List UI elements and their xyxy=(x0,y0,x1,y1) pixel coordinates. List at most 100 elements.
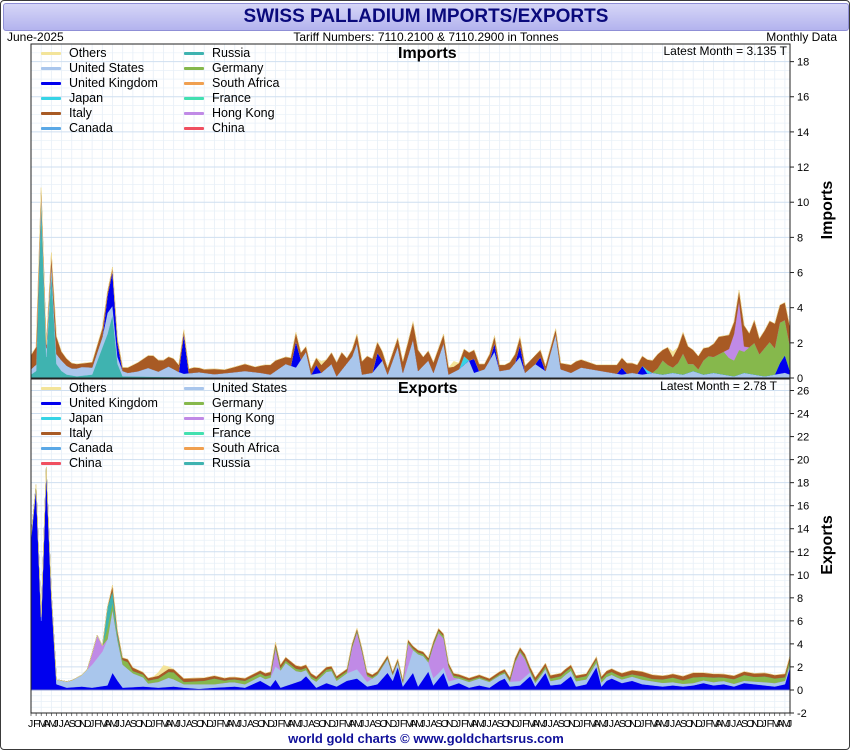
exports-legend-swatch xyxy=(184,432,204,436)
exports-legend-item-china: China xyxy=(41,456,102,471)
exports-legend-label: South Africa xyxy=(212,441,280,455)
exports-legend: Others United States United Kingdom Germany… xyxy=(41,381,341,473)
exports-y-tick-label: 0 xyxy=(797,685,803,697)
exports-legend-label: Canada xyxy=(69,441,113,455)
imports-legend-swatch xyxy=(184,127,204,131)
imports-y-tick-label: 6 xyxy=(797,268,803,280)
exports-legend-label: United Kingdom xyxy=(69,396,158,410)
exports-legend-swatch xyxy=(184,462,204,466)
imports-legend-swatch xyxy=(41,67,61,71)
imports-legend-label: Germany xyxy=(212,61,264,75)
imports-legend-item-japan: Japan xyxy=(41,91,103,106)
exports-legend-item-others: Others xyxy=(41,381,107,396)
imports-legend-swatch xyxy=(41,127,61,131)
footer-credit: world gold charts © www.goldchartsrus.co… xyxy=(288,731,564,746)
exports-legend-swatch xyxy=(41,447,61,451)
imports-legend: Others Russia United States Germany United K… xyxy=(41,46,341,138)
exports-legend-swatch xyxy=(184,447,204,451)
imports-legend-swatch xyxy=(41,112,61,116)
imports-legend-label: Others xyxy=(69,46,107,60)
exports-y-tick-label: -2 xyxy=(797,708,807,720)
imports-y-tick-label: 0 xyxy=(797,373,803,385)
imports-legend-item-united-kingdom: United Kingdom xyxy=(41,76,158,91)
imports-y-axis: 0 2 4 6 8 10 12 14 16 18 xyxy=(789,44,809,385)
imports-legend-swatch xyxy=(184,112,204,116)
imports-y-tick-label: 18 xyxy=(797,57,809,69)
imports-legend-label: South Africa xyxy=(212,76,280,90)
imports-legend-item-south-africa: South Africa xyxy=(184,76,279,91)
exports-y-tick-label: 10 xyxy=(797,570,809,582)
imports-legend-label: United Kingdom xyxy=(69,76,158,90)
imports-y-tick-label: 8 xyxy=(797,232,803,244)
imports-legend-item-france: France xyxy=(184,91,251,106)
exports-y-tick-label: 24 xyxy=(797,409,809,421)
exports-panel-title: Exports xyxy=(398,380,458,397)
exports-y-tick-label: 18 xyxy=(797,478,809,490)
exports-legend-swatch xyxy=(41,402,61,406)
imports-legend-label: Hong Kong xyxy=(212,106,275,120)
imports-legend-swatch xyxy=(184,82,204,86)
imports-legend-item-germany: Germany xyxy=(184,61,263,76)
exports-y-tick-label: 14 xyxy=(797,524,809,536)
imports-legend-label: Italy xyxy=(69,106,92,120)
exports-legend-item-south-africa: South Africa xyxy=(184,441,279,456)
exports-y-tick-label: 26 xyxy=(797,386,809,398)
exports-y-tick-label: 22 xyxy=(797,432,809,444)
imports-side-label: Imports xyxy=(819,180,836,240)
imports-legend-item-russia: Russia xyxy=(184,46,250,61)
imports-legend-swatch xyxy=(41,97,61,101)
imports-legend-swatch xyxy=(41,82,61,86)
exports-legend-item-russia: Russia xyxy=(184,456,250,471)
imports-legend-item-china: China xyxy=(184,121,245,136)
exports-legend-item-italy: Italy xyxy=(41,426,92,441)
exports-legend-swatch xyxy=(184,417,204,421)
imports-legend-label: China xyxy=(212,121,245,135)
exports-legend-item-united-states: United States xyxy=(184,381,287,396)
exports-y-tick-label: 20 xyxy=(797,455,809,467)
exports-y-tick-label: 6 xyxy=(797,616,803,628)
imports-legend-label: France xyxy=(212,91,251,105)
exports-legend-swatch xyxy=(184,402,204,406)
imports-y-tick-label: 16 xyxy=(797,92,809,104)
imports-legend-swatch xyxy=(184,97,204,101)
imports-y-tick-label: 12 xyxy=(797,162,809,174)
imports-legend-item-italy: Italy xyxy=(41,106,92,121)
exports-legend-item-united-kingdom: United Kingdom xyxy=(41,396,158,411)
exports-legend-swatch xyxy=(184,387,204,391)
exports-side-label: Exports xyxy=(819,515,836,575)
exports-legend-swatch xyxy=(41,417,61,421)
imports-y-tick-label: 2 xyxy=(797,338,803,350)
exports-legend-label: Russia xyxy=(212,456,251,470)
imports-legend-label: Russia xyxy=(212,46,251,60)
imports-legend-label: Canada xyxy=(69,121,113,135)
imports-legend-item-others: Others xyxy=(41,46,107,61)
exports-legend-label: China xyxy=(69,456,102,470)
exports-latest-month: Latest Month = 2.78 T xyxy=(660,379,777,393)
imports-legend-swatch xyxy=(184,52,204,56)
imports-legend-label: United States xyxy=(69,61,145,75)
imports-latest-month: Latest Month = 3.135 T xyxy=(663,44,787,58)
exports-legend-swatch xyxy=(41,387,61,391)
exports-legend-label: Others xyxy=(69,381,107,395)
exports-legend-swatch xyxy=(41,432,61,436)
x-tick-label: J xyxy=(787,718,792,730)
imports-y-tick-label: 10 xyxy=(797,197,809,209)
imports-y-tick-label: 14 xyxy=(797,127,809,139)
chart-frame: SWISS PALLADIUM IMPORTS/EXPORTS June-202… xyxy=(0,0,850,750)
exports-legend-item-hong-kong: Hong Kong xyxy=(184,411,275,426)
exports-y-tick-label: 2 xyxy=(797,662,803,674)
exports-y-tick-label: 16 xyxy=(797,501,809,513)
exports-legend-label: Italy xyxy=(69,426,92,440)
exports-legend-item-germany: Germany xyxy=(184,396,263,411)
imports-legend-item-hong-kong: Hong Kong xyxy=(184,106,275,121)
exports-legend-item-canada: Canada xyxy=(41,441,113,456)
imports-panel-title: Imports xyxy=(398,45,457,62)
exports-legend-label: France xyxy=(212,426,251,440)
exports-legend-item-france: France xyxy=(184,426,251,441)
exports-legend-label: United States xyxy=(212,381,288,395)
exports-legend-label: Japan xyxy=(69,411,104,425)
exports-legend-label: Germany xyxy=(212,396,264,410)
exports-y-axis: -202468101214161820222426 xyxy=(789,379,809,720)
x-axis: J FMAMJ J ASONDJ FMAMJ J ASONDJ FMAMJ J ASONDJ FMA… xyxy=(28,713,792,730)
exports-y-tick-label: 4 xyxy=(797,639,803,651)
